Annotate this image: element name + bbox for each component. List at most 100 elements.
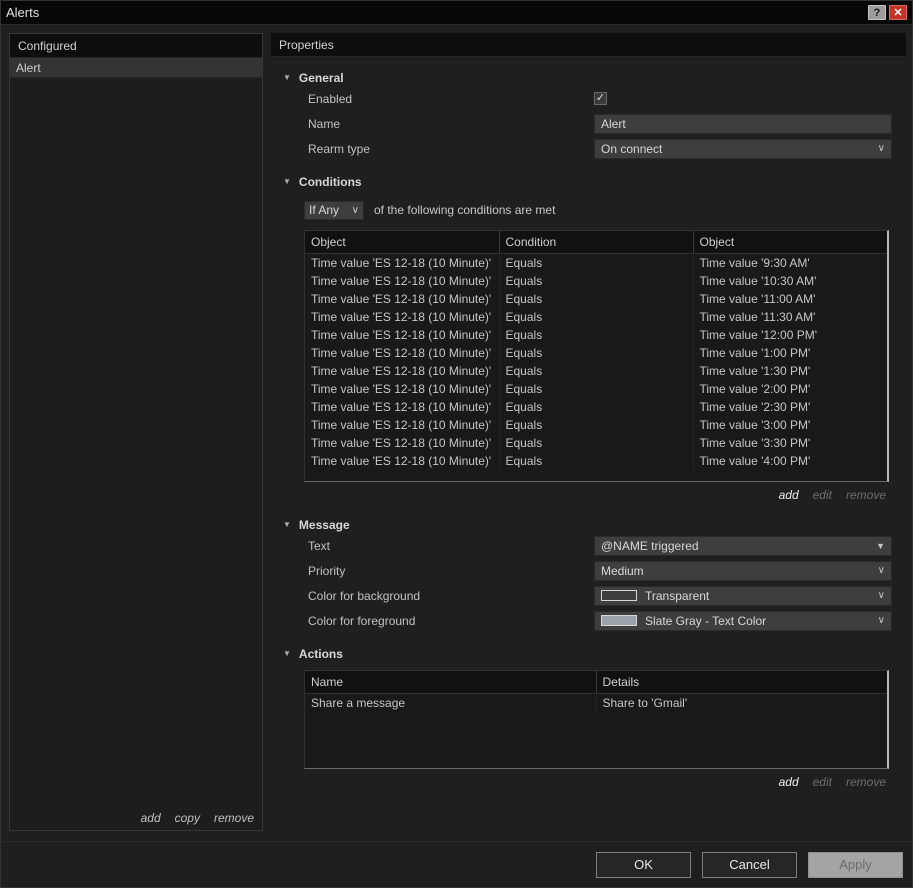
configured-list: Alert: [10, 58, 262, 78]
section-general-title: General: [298, 71, 344, 85]
close-button[interactable]: ✕: [889, 5, 907, 20]
copy-alert-link[interactable]: copy: [175, 811, 200, 825]
table-row[interactable]: Time value 'ES 12-18 (10 Minute)' Equals T…: [305, 272, 887, 290]
section-message[interactable]: ▼ Message: [271, 517, 906, 533]
table-row[interactable]: Time value 'ES 12-18 (10 Minute)' Equals T…: [305, 380, 887, 398]
section-conditions[interactable]: ▼ Conditions: [271, 174, 906, 190]
properties-panel: Properties ▼ General Enabled Name Rearm …: [271, 33, 906, 843]
foreground-color-label: Color for foreground: [308, 613, 416, 628]
remove-alert-link[interactable]: remove: [214, 811, 254, 825]
background-color-dropdown[interactable]: Transparent ∨: [594, 585, 892, 606]
priority-value: Medium: [601, 563, 644, 578]
section-general[interactable]: ▼ General: [271, 70, 906, 86]
background-color-swatch: [601, 590, 637, 601]
table-row[interactable]: Time value 'ES 12-18 (10 Minute)' Equals T…: [305, 434, 887, 452]
table-cell: Equals: [499, 272, 694, 290]
conditions-table-body: Time value 'ES 12-18 (10 Minute)' Equals T…: [305, 253, 887, 470]
titlebar-buttons: ? ✕: [868, 5, 907, 20]
rearm-type-dropdown[interactable]: On connect ∨: [594, 138, 892, 159]
table-cell: Time value '1:30 PM': [699, 364, 811, 378]
add-action-link[interactable]: add: [779, 775, 799, 791]
match-suffix-text: of the following conditions are met: [374, 203, 556, 217]
foreground-color-row: Color for foreground Slate Gray - Text C…: [271, 608, 906, 633]
section-message-title: Message: [298, 518, 350, 532]
table-cell: Time value 'ES 12-18 (10 Minute)': [305, 253, 500, 272]
table-row[interactable]: Time value 'ES 12-18 (10 Minute)' Equals T…: [305, 362, 887, 380]
edit-action-link: edit: [812, 775, 832, 789]
section-actions-title: Actions: [298, 647, 343, 661]
collapse-arrow-icon: ▼: [283, 649, 291, 658]
table-row[interactable]: Time value 'ES 12-18 (10 Minute)' Equals T…: [305, 452, 887, 470]
chevron-down-icon: ∨: [877, 590, 885, 601]
foreground-color-dropdown[interactable]: Slate Gray - Text Color ∨: [594, 610, 892, 631]
dropdown-arrow-icon: ▼: [876, 540, 885, 551]
apply-button: Apply: [808, 851, 903, 878]
table-row[interactable]: Share a message Share to 'Gmail': [305, 693, 887, 712]
actions-table: Name Details Share a message Share to 'Gma…: [304, 670, 889, 769]
collapse-arrow-icon: ▼: [283, 73, 291, 82]
match-type-dropdown[interactable]: If Any ∨: [304, 200, 364, 220]
table-cell: Equals: [499, 344, 694, 362]
table-cell: Time value 'ES 12-18 (10 Minute)': [305, 326, 500, 344]
table-row[interactable]: Time value 'ES 12-18 (10 Minute)' Equals T…: [305, 344, 887, 362]
table-cell: Time value 'ES 12-18 (10 Minute)': [305, 434, 500, 452]
name-row: Name: [271, 111, 906, 136]
background-color-row: Color for background Transparent ∨: [271, 583, 906, 608]
table-cell: Time value 'ES 12-18 (10 Minute)': [305, 416, 500, 434]
column-header: Name: [305, 671, 597, 694]
condition-match-row: If Any ∨ of the following conditions are…: [271, 200, 906, 220]
ok-button[interactable]: OK: [596, 851, 691, 878]
table-row[interactable]: Time value 'ES 12-18 (10 Minute)' Equals T…: [305, 308, 887, 326]
cancel-button[interactable]: Cancel: [702, 851, 797, 878]
table-cell: Time value '3:30 PM': [699, 436, 811, 450]
add-alert-link[interactable]: add: [141, 811, 161, 825]
match-type-value: If Any: [309, 203, 340, 217]
table-cell: Time value '3:00 PM': [699, 418, 811, 432]
table-cell: Equals: [499, 380, 694, 398]
table-cell: Time value '2:30 PM': [699, 400, 811, 414]
name-input[interactable]: [594, 113, 892, 134]
table-row[interactable]: Time value 'ES 12-18 (10 Minute)' Equals T…: [305, 398, 887, 416]
table-cell: Time value '9:30 AM': [699, 256, 810, 270]
enabled-label: Enabled: [308, 91, 353, 106]
table-cell: Equals: [499, 253, 694, 272]
table-row[interactable]: Time value 'ES 12-18 (10 Minute)' Equals T…: [305, 416, 887, 434]
table-row[interactable]: Time value 'ES 12-18 (10 Minute)' Equals T…: [305, 290, 887, 308]
table-cell: Equals: [499, 308, 694, 326]
enabled-checkbox[interactable]: [594, 92, 607, 105]
actions-links: add edit remove: [271, 775, 906, 791]
window-title: Alerts: [6, 5, 40, 20]
priority-dropdown[interactable]: Medium ∨: [594, 560, 892, 581]
add-condition-link[interactable]: add: [779, 488, 799, 504]
rearm-type-label: Rearm type: [308, 141, 371, 156]
section-actions[interactable]: ▼ Actions: [271, 646, 906, 662]
column-header: Details: [596, 671, 887, 694]
message-text-label: Text: [308, 538, 331, 553]
conditions-links: add edit remove: [271, 488, 906, 504]
table-row[interactable]: Time value 'ES 12-18 (10 Minute)' Equals T…: [305, 253, 887, 272]
message-text-combo[interactable]: @NAME triggered ▼: [594, 535, 892, 556]
table-cell: Time value 'ES 12-18 (10 Minute)': [305, 308, 500, 326]
remove-condition-link: remove: [845, 488, 886, 502]
table-cell: Equals: [499, 326, 694, 344]
properties-panel-header: Properties: [271, 33, 906, 57]
table-row[interactable]: Time value 'ES 12-18 (10 Minute)' Equals T…: [305, 326, 887, 344]
table-cell: Equals: [499, 434, 694, 452]
enabled-row: Enabled: [271, 86, 906, 111]
rearm-type-row: Rearm type On connect ∨: [271, 136, 906, 161]
priority-label: Priority: [308, 563, 346, 578]
foreground-color-value: Slate Gray - Text Color: [645, 613, 767, 628]
table-cell: Time value 'ES 12-18 (10 Minute)': [305, 452, 500, 470]
table-cell: Time value '12:00 PM': [699, 328, 818, 342]
table-cell: Time value 'ES 12-18 (10 Minute)': [305, 290, 500, 308]
chevron-down-icon: ∨: [877, 615, 885, 626]
table-cell: Time value '11:00 AM': [699, 292, 816, 306]
background-color-label: Color for background: [308, 588, 421, 603]
actions-table-body: Share a message Share to 'Gmail': [305, 693, 887, 712]
table-cell: Equals: [499, 452, 694, 470]
chevron-down-icon: ∨: [877, 565, 885, 576]
column-header: Condition: [499, 231, 694, 254]
table-cell: Time value 'ES 12-18 (10 Minute)': [305, 380, 500, 398]
help-button[interactable]: ?: [868, 5, 886, 20]
list-item-alert[interactable]: Alert: [10, 58, 262, 78]
